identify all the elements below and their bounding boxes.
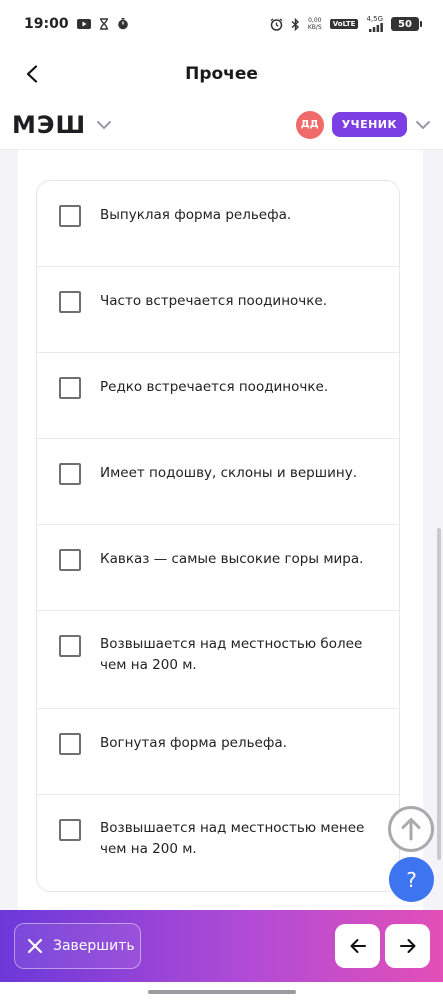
signal-label: 4,5G [366,15,383,23]
arrow-right-icon [399,939,415,953]
finish-label: Завершить [53,938,135,954]
alarm-icon [270,17,283,31]
arrow-left-icon [350,939,366,953]
arrow-up-icon [401,818,421,841]
role-badge[interactable]: УЧЕНИК [331,112,407,137]
options-card: Выпуклая форма рельефа. Часто встречаетс… [36,180,400,892]
option-text: Редко встречается поодиночке. [100,379,329,395]
option-text: Кавказ — самые высокие горы мира. [100,551,364,567]
option-checkbox[interactable] [59,377,81,399]
option-text: Выпуклая форма рельефа. [100,207,292,223]
avatar[interactable]: ДД [295,110,324,139]
brand-switcher[interactable]: МЭШ [12,111,112,139]
hourglass-icon [99,18,109,30]
volte-badge: VoLTE [329,19,359,29]
option-text: Имеет подошву, склоны и вершину. [100,465,357,481]
help-icon: ? [406,867,417,892]
previous-button[interactable] [335,924,380,968]
option-text: Часто встречается поодиночке. [100,293,328,309]
network-speed-unit: KB/S [307,24,322,31]
status-right: 0,00 KB/S VoLTE 4,5G 50 [270,16,422,32]
answer-option[interactable]: Часто встречается поодиночке. [37,267,399,353]
chevron-left-icon [26,65,38,83]
option-checkbox[interactable] [59,291,81,313]
profile-switcher[interactable]: ДД УЧЕНИК [295,110,431,139]
status-bar: 19:00 0,00 KB/S VoLTE 4,5G 50 [0,0,443,48]
answer-option[interactable]: Вогнутая форма рельефа. [37,709,399,795]
finish-button[interactable]: Завершить [14,923,141,969]
chevron-down-icon [97,120,112,129]
app-header: МЭШ ДД УЧЕНИК [0,100,443,150]
status-time: 19:00 [24,16,69,32]
signal-icon: 4,5G [366,16,383,32]
close-icon [27,938,43,954]
bottom-action-bar: Завершить [0,910,443,982]
option-checkbox[interactable] [59,635,81,657]
network-speed-value: 0,00 [308,17,322,24]
youtube-icon [76,19,91,29]
answer-option[interactable]: Кавказ — самые высокие горы мира. [37,525,399,611]
brand-logo: МЭШ [12,110,87,139]
title-bar: Прочее [0,48,443,100]
option-checkbox[interactable] [59,819,81,841]
option-checkbox[interactable] [59,733,81,755]
option-checkbox[interactable] [59,549,81,571]
option-checkbox[interactable] [59,205,81,227]
gesture-area [0,982,443,1000]
answer-option[interactable]: Имеет подошву, склоны и вершину. [37,439,399,525]
battery-indicator: 50 [391,17,422,31]
option-checkbox[interactable] [59,463,81,485]
next-button[interactable] [385,924,430,968]
option-text: Возвышается над местностью менее чем на … [100,820,365,857]
gesture-bar[interactable] [148,990,296,994]
timer-icon [117,18,129,30]
help-button[interactable]: ? [389,857,434,902]
network-speed: 0,00 KB/S [308,17,322,31]
answer-option[interactable]: Выпуклая форма рельефа. [37,181,399,267]
scrollbar[interactable] [437,528,441,860]
answer-option[interactable]: Редко встречается поодиночке. [37,353,399,439]
answer-option[interactable]: Возвышается над местностью более чем на … [37,611,399,709]
page-title: Прочее [185,64,258,84]
back-button[interactable] [18,60,46,88]
status-left: 19:00 [24,16,129,32]
chevron-down-icon [416,120,430,129]
option-text: Возвышается над местностью более чем на … [100,636,363,673]
option-text: Вогнутая форма рельефа. [100,735,287,751]
scroll-to-top-button[interactable] [388,806,434,852]
bluetooth-icon [291,17,300,31]
answer-option[interactable]: Возвышается над местностью менее чем на … [37,795,399,891]
